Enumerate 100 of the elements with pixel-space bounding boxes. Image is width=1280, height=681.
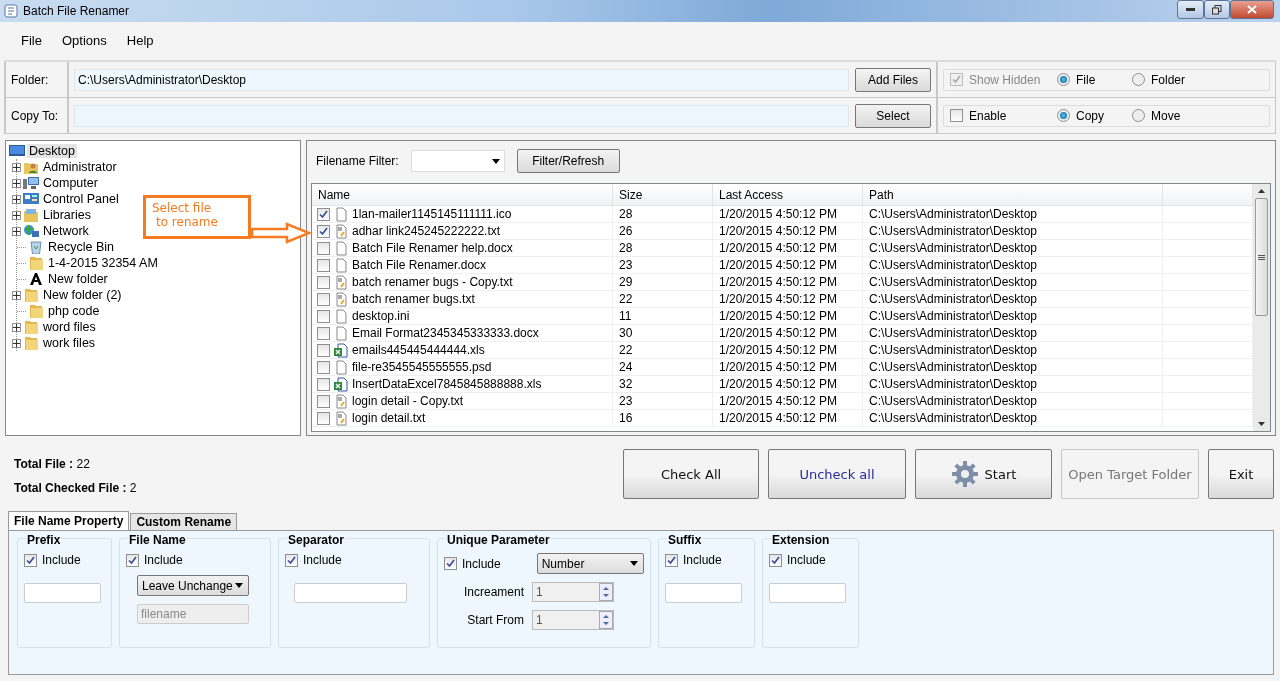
tree-item[interactable]: New folder: [46, 272, 110, 286]
table-cell: 22: [613, 342, 713, 358]
column-header[interactable]: Last Access: [713, 184, 863, 205]
group-title: Suffix: [667, 533, 703, 547]
text-field[interactable]: [769, 583, 846, 603]
menu-item[interactable]: Help: [117, 30, 163, 50]
checkbox[interactable]: [317, 309, 330, 323]
tree-item[interactable]: Desktop: [27, 144, 77, 158]
close-button[interactable]: [1230, 0, 1274, 19]
callout-text: to rename: [155, 215, 219, 229]
checkbox-label: Enable: [969, 108, 1007, 123]
file-icon: [334, 240, 348, 256]
minimize-button[interactable]: [1177, 0, 1204, 19]
folder-icon: [28, 256, 44, 270]
column-header[interactable]: Name: [312, 184, 613, 205]
checkbox[interactable]: [285, 553, 298, 567]
checkbox[interactable]: [444, 557, 457, 570]
checkbox[interactable]: [317, 343, 330, 357]
tree-item[interactable]: New folder (2): [41, 288, 124, 302]
table-cell: 16: [613, 410, 713, 426]
tab[interactable]: Custom Rename: [130, 513, 238, 530]
radio-button[interactable]: [1057, 109, 1070, 122]
checkbox[interactable]: [317, 411, 330, 425]
tree-item[interactable]: Libraries: [41, 208, 93, 222]
checkbox[interactable]: [317, 258, 330, 272]
select-button[interactable]: Select: [855, 103, 931, 128]
tree-item[interactable]: Computer: [41, 176, 100, 190]
expand-icon[interactable]: [12, 322, 21, 332]
checkbox[interactable]: [317, 360, 330, 374]
file-icon: [334, 308, 348, 324]
expand-icon[interactable]: [12, 226, 21, 236]
dropdown[interactable]: Leave Unchange: [137, 575, 249, 596]
restore-button[interactable]: [1204, 0, 1230, 19]
text-file-icon: [334, 410, 348, 426]
folder-icon: [23, 320, 39, 334]
gear-icon: [950, 460, 979, 488]
expand-icon[interactable]: [12, 194, 21, 204]
checkbox[interactable]: [665, 553, 678, 567]
column-header[interactable]: Size: [613, 184, 713, 205]
tree-item[interactable]: Control Panel: [41, 192, 121, 206]
scroll-thumb[interactable]: [1255, 198, 1268, 316]
checkbox[interactable]: [317, 394, 330, 408]
group-title: Extension: [771, 533, 831, 547]
radio-button[interactable]: [1132, 73, 1145, 86]
checkbox[interactable]: [317, 224, 330, 238]
checkbox[interactable]: [317, 326, 330, 340]
action-button[interactable]: Exit: [1208, 449, 1274, 499]
tab[interactable]: File Name Property: [8, 511, 130, 530]
table-cell: 28: [613, 206, 713, 222]
table-cell: C:\Users\Administrator\Desktop: [863, 342, 1163, 358]
checkbox[interactable]: [317, 275, 330, 289]
checkbox[interactable]: [24, 553, 37, 567]
table-cell: C:\Users\Administrator\Desktop: [863, 325, 1163, 341]
table-cell: 23: [613, 257, 713, 273]
text-field[interactable]: [294, 583, 407, 603]
tree-item[interactable]: 1-4-2015 32354 AM: [46, 256, 160, 270]
radio-label: Folder: [1151, 72, 1185, 87]
scrollbar[interactable]: [1253, 184, 1270, 431]
table-cell: 26: [613, 223, 713, 239]
menu-item[interactable]: Options: [52, 30, 116, 50]
folder-icon: [23, 336, 39, 350]
action-button[interactable]: Uncheck all: [768, 449, 906, 499]
checkbox[interactable]: [950, 109, 963, 122]
menu-item[interactable]: File: [12, 30, 51, 50]
checkbox[interactable]: [769, 553, 782, 567]
table-cell: C:\Users\Administrator\Desktop: [863, 376, 1163, 392]
checkbox[interactable]: [317, 207, 330, 221]
expand-icon[interactable]: [12, 338, 21, 348]
dropdown-arrow-icon: [491, 158, 500, 164]
radio-button[interactable]: [1057, 73, 1070, 86]
expand-icon[interactable]: [12, 210, 21, 220]
tree-item[interactable]: Administrator: [41, 160, 119, 174]
table-cell: 1/20/2015 4:50:12 PM: [713, 240, 863, 256]
action-button[interactable]: Start: [915, 449, 1052, 499]
checkbox[interactable]: [317, 292, 330, 306]
tree-item[interactable]: word files: [41, 320, 98, 334]
tree-item[interactable]: Recycle Bin: [46, 240, 116, 254]
text-field[interactable]: [665, 583, 742, 603]
tree-item[interactable]: Network: [41, 224, 91, 238]
checkbox[interactable]: [317, 241, 330, 255]
file-icon: [334, 359, 348, 375]
expand-icon[interactable]: [12, 162, 21, 172]
folder-field[interactable]: C:\Users\Administrator\Desktop: [74, 68, 849, 91]
radio-button[interactable]: [1132, 109, 1145, 122]
number-spinner[interactable]: 1: [532, 582, 614, 602]
tree-item[interactable]: work files: [41, 336, 98, 350]
expand-icon[interactable]: [12, 178, 21, 188]
filter-refresh-button[interactable]: Filter/Refresh: [516, 149, 620, 173]
table-cell: 29: [613, 274, 713, 290]
checkbox[interactable]: [317, 377, 330, 391]
text-field[interactable]: [24, 583, 101, 603]
add-files-button[interactable]: Add Files: [855, 67, 931, 92]
expand-icon[interactable]: [12, 290, 21, 300]
action-button[interactable]: Check All: [623, 449, 759, 499]
column-header[interactable]: Path: [863, 184, 1163, 205]
table-cell: 22: [613, 291, 713, 307]
dropdown[interactable]: Number: [536, 553, 644, 574]
number-spinner[interactable]: 1: [532, 610, 614, 630]
checkbox[interactable]: [126, 553, 139, 567]
tree-item[interactable]: php code: [46, 304, 102, 318]
